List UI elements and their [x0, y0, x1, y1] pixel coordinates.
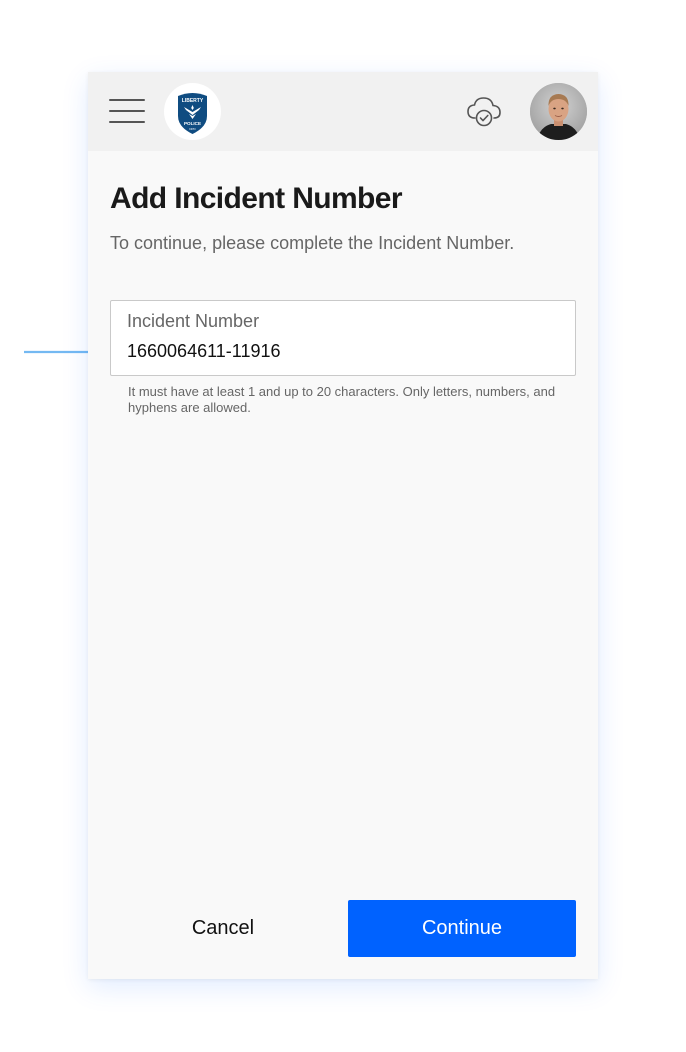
app-header: LIBERTY POLICE DPD [88, 72, 598, 151]
app-window: LIBERTY POLICE DPD Add Incident Number T… [88, 72, 598, 979]
incident-number-helper-text: It must have at least 1 and up to 20 cha… [128, 384, 556, 415]
cancel-button[interactable]: Cancel [110, 900, 336, 957]
police-badge-logo: LIBERTY POLICE DPD [164, 83, 221, 140]
incident-number-field[interactable]: Incident Number [110, 300, 576, 376]
page-title: Add Incident Number [110, 182, 403, 215]
hamburger-menu-icon[interactable] [109, 99, 145, 125]
incident-number-label: Incident Number [127, 311, 260, 331]
logo-text-top: LIBERTY [182, 98, 204, 104]
user-avatar[interactable] [530, 83, 587, 140]
page-subtitle: To continue, please complete the Inciden… [110, 233, 515, 253]
logo-text-small: DPD [189, 127, 196, 131]
cloud-check-icon[interactable] [466, 95, 502, 127]
incident-number-input[interactable] [127, 339, 557, 363]
logo-text-bottom: POLICE [184, 121, 201, 126]
continue-button[interactable]: Continue [348, 900, 576, 957]
